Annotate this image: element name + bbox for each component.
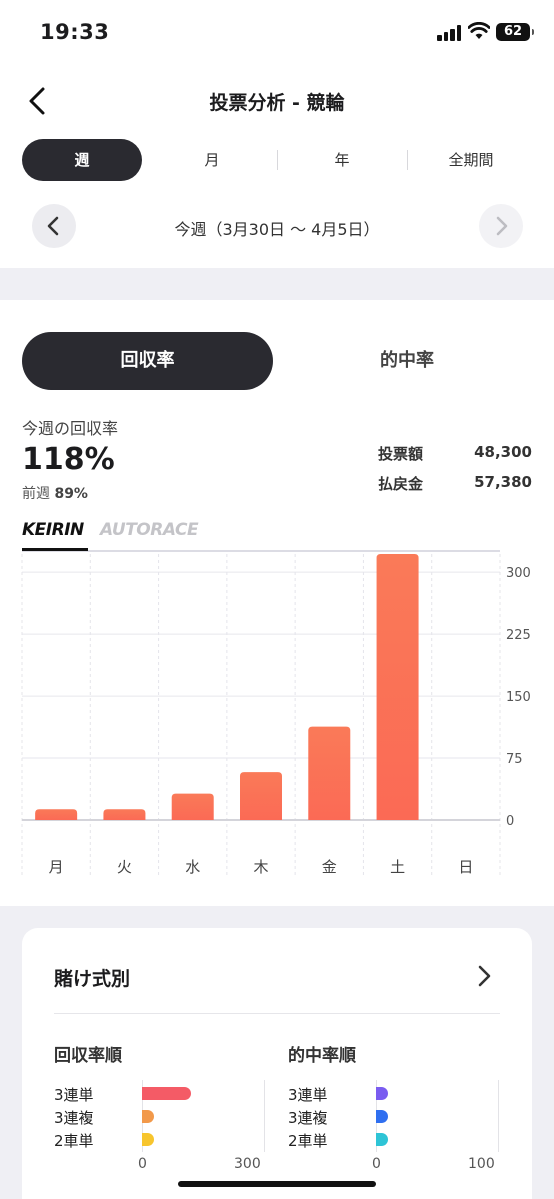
bet-type-bar bbox=[142, 1087, 191, 1100]
chart-bar[interactable] bbox=[376, 554, 419, 820]
prev-label: 前週 bbox=[22, 486, 50, 502]
x-tick-label: 水 bbox=[185, 858, 200, 876]
x-tick-label: 土 bbox=[390, 858, 405, 876]
metric-toggle: 回収率 的中率 bbox=[22, 332, 532, 390]
bet-type-label: 2車単 bbox=[54, 1132, 94, 1150]
chart-bar[interactable] bbox=[308, 726, 351, 820]
mini-axis-end bbox=[264, 1080, 265, 1152]
hit-rate-order-title: 的中率順 bbox=[288, 1046, 356, 1066]
bet-amount-value: 48,300 bbox=[474, 443, 532, 461]
x-tick-label: 日 bbox=[458, 858, 473, 876]
y-tick-label: 75 bbox=[506, 752, 523, 767]
toggle-hit-rate[interactable]: 的中率 bbox=[282, 332, 532, 390]
bet-type-label: 3連複 bbox=[54, 1109, 94, 1127]
toggle-recovery-rate[interactable]: 回収率 bbox=[22, 332, 273, 390]
chevron-right-icon[interactable] bbox=[474, 964, 494, 988]
y-tick-label: 225 bbox=[506, 628, 531, 643]
brand-tab-underline bbox=[22, 548, 88, 551]
tab-all-period[interactable]: 全期間 bbox=[411, 139, 531, 181]
chart-bar[interactable] bbox=[240, 772, 282, 820]
x-tick-label: 木 bbox=[253, 858, 268, 876]
chevron-right-icon bbox=[496, 216, 508, 236]
kpi-label: 今週の回収率 bbox=[22, 419, 119, 438]
recovery-rate-section: 回収率 的中率 今週の回収率 118% 前週 89% 投票額 48,300 払戻… bbox=[0, 300, 554, 906]
mini-axis-min-label: 0 bbox=[138, 1156, 147, 1172]
card-divider bbox=[54, 1013, 500, 1014]
period-tabs: 週 月 年 全期間 bbox=[22, 139, 536, 181]
bet-type-label: 2車単 bbox=[288, 1132, 328, 1150]
prev-value: 89% bbox=[54, 486, 88, 502]
tab-divider bbox=[407, 150, 408, 170]
tab-keirin[interactable]: KEIRIN bbox=[22, 520, 84, 540]
y-tick-label: 150 bbox=[506, 690, 531, 705]
mini-axis-min-label: 0 bbox=[372, 1156, 381, 1172]
chart-bar[interactable] bbox=[103, 809, 146, 820]
payout-label: 払戻金 bbox=[378, 475, 424, 493]
tab-divider bbox=[277, 150, 278, 170]
cellular-signal-icon bbox=[437, 25, 463, 41]
kpi-value: 118% bbox=[22, 442, 115, 477]
y-tick-label: 300 bbox=[506, 566, 531, 581]
chart-bar[interactable] bbox=[171, 793, 214, 820]
y-tick-label: 0 bbox=[506, 814, 514, 829]
x-tick-label: 月 bbox=[49, 858, 64, 876]
page-title: 投票分析 - 競輪 bbox=[209, 92, 345, 114]
recovery-rate-bar-chart: 0 75 150 225 300 月 火 水 木 金 土 日 bbox=[21, 550, 531, 878]
bet-type-label: 3連複 bbox=[288, 1109, 328, 1127]
x-tick-label: 金 bbox=[322, 858, 337, 876]
x-tick-label: 火 bbox=[117, 858, 132, 876]
mini-axis-end bbox=[498, 1080, 499, 1152]
payout-value: 57,380 bbox=[474, 473, 532, 491]
status-bar: 19:33 62 bbox=[0, 0, 554, 64]
home-indicator bbox=[178, 1181, 376, 1187]
previous-week-rate: 前週 89% bbox=[22, 483, 88, 503]
recovery-rate-order-title: 回収率順 bbox=[54, 1046, 122, 1066]
tab-autorace[interactable]: AUTORACE bbox=[100, 520, 199, 540]
week-navigator: 今週（3月30日 〜 4月5日） bbox=[0, 204, 554, 248]
next-week-button[interactable] bbox=[479, 204, 523, 248]
bet-amount-label: 投票額 bbox=[378, 445, 424, 463]
chart-bar[interactable] bbox=[35, 809, 78, 820]
tab-week[interactable]: 週 bbox=[22, 139, 142, 181]
mini-axis-max-label: 100 bbox=[468, 1156, 495, 1172]
bet-type-label: 3連単 bbox=[54, 1086, 94, 1104]
wifi-icon bbox=[468, 22, 490, 39]
mini-axis-max-label: 300 bbox=[234, 1156, 261, 1172]
week-range-label: 今週（3月30日 〜 4月5日） bbox=[174, 220, 380, 239]
status-time: 19:33 bbox=[40, 20, 110, 44]
bet-type-label: 3連単 bbox=[288, 1086, 328, 1104]
tab-year[interactable]: 年 bbox=[282, 139, 402, 181]
bet-type-title: 賭け式別 bbox=[54, 968, 131, 990]
tab-month[interactable]: 月 bbox=[152, 139, 272, 181]
header: 投票分析 - 競輪 週 月 年 全期間 今週（3月30日 〜 4月5日） bbox=[0, 64, 554, 268]
battery-icon: 62 bbox=[496, 23, 534, 41]
